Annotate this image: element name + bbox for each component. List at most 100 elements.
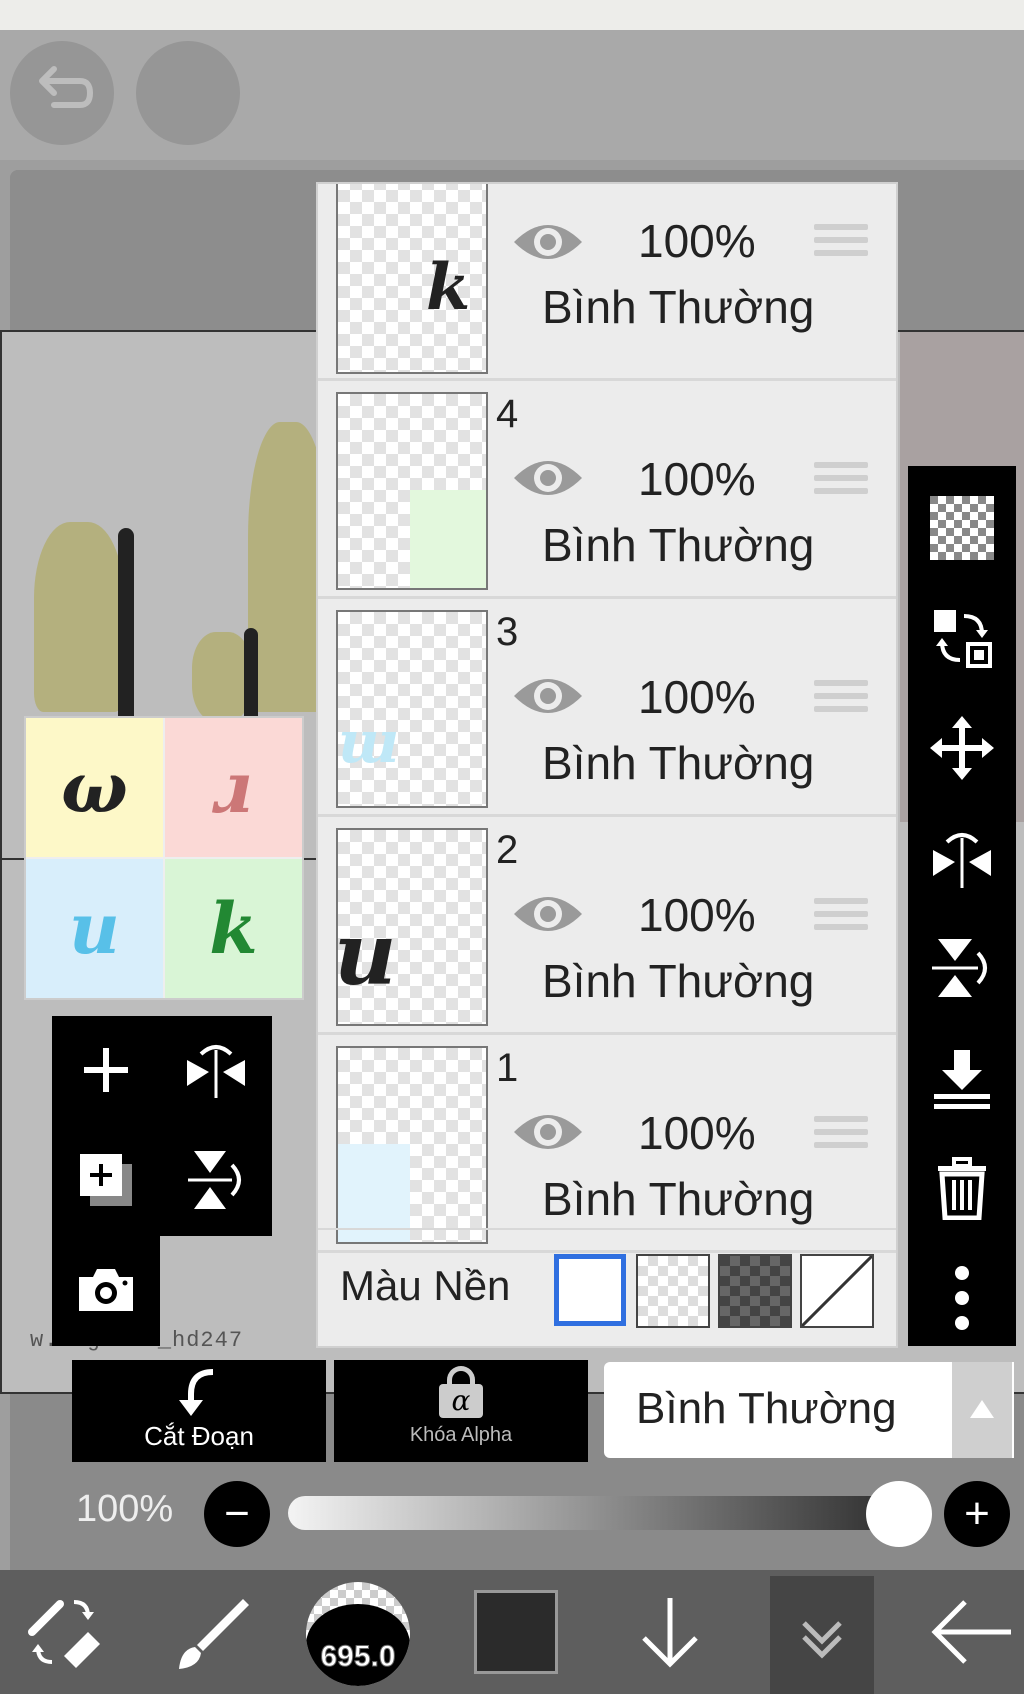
layer-opacity: 100% (638, 889, 756, 941)
background-color-label: Màu Nền (340, 1262, 511, 1309)
layer-row[interactable]: ɯ 3 100% Bình Thường (318, 598, 896, 817)
merge-down-button[interactable] (908, 1028, 1016, 1128)
brush-size-button[interactable]: 695.0 (306, 1582, 410, 1686)
alpha-lock-label: Khóa Alpha (409, 1424, 513, 1446)
more-options-button[interactable] (908, 1248, 1016, 1348)
flip-vertical-layer-button[interactable] (908, 918, 1016, 1018)
layer-number: 2 (496, 828, 519, 872)
layer-blend-mode: Bình Thường (542, 1173, 815, 1225)
background-white-option[interactable] (554, 1254, 626, 1326)
brush-tool-button[interactable] (162, 1582, 262, 1682)
layer-opacity: 100% (638, 1107, 756, 1159)
opacity-slider[interactable] (288, 1496, 918, 1530)
flip-vertical-button[interactable] (166, 1130, 266, 1230)
blend-mode-dropdown-button[interactable] (952, 1362, 1012, 1458)
layer-opacity: 100% (638, 453, 756, 505)
layer-number: 3 (496, 610, 519, 654)
thumbnail-glyph: u (336, 904, 397, 1005)
drag-handle-icon[interactable] (814, 680, 868, 720)
swap-layers-button[interactable] (908, 588, 1016, 688)
background-transparent-light-option[interactable] (636, 1254, 710, 1328)
duplicate-layer-button[interactable] (56, 1130, 156, 1230)
eye-icon (514, 225, 582, 259)
opacity-slider-thumb[interactable] (866, 1481, 932, 1547)
visibility-toggle[interactable] (510, 450, 586, 511)
layer-number: 5 (496, 184, 518, 193)
layer-thumbnail: ɯ (336, 610, 488, 808)
merge-down-icon (934, 1050, 990, 1109)
top-toolbar (0, 30, 1024, 160)
color-swatch-button[interactable] (474, 1590, 558, 1674)
drag-handle-icon[interactable] (814, 898, 868, 938)
layers-panel: k 5 100% Bình Thường 4 100% Bình Thường (316, 182, 898, 1348)
layers-button[interactable] (770, 1576, 874, 1694)
eye-icon (514, 897, 582, 931)
layer-thumbnail (336, 392, 488, 590)
transparency-toggle-button[interactable] (908, 478, 1016, 578)
delete-layer-button[interactable] (908, 1138, 1016, 1238)
tool-switch-button[interactable] (14, 1582, 114, 1682)
visibility-toggle[interactable] (510, 668, 586, 729)
layer-row[interactable]: k 5 100% Bình Thường (318, 184, 896, 381)
camera-icon (79, 1269, 133, 1311)
lock-icon: α (439, 1366, 483, 1420)
alpha-lock-button[interactable]: α Khóa Alpha (334, 1360, 588, 1462)
flip-horizontal-button[interactable] (166, 1020, 266, 1120)
thumbnail-item: ω (26, 718, 163, 857)
drag-handle-icon[interactable] (814, 1116, 868, 1156)
move-icon (930, 716, 994, 780)
opacity-decrease-button[interactable]: − (204, 1481, 270, 1547)
slash-icon (800, 1254, 874, 1328)
reference-thumbnails: ω ɹ u k (24, 716, 304, 1000)
thumbnail-glyph: u (69, 887, 120, 970)
layer-thumbnail: k (336, 184, 488, 374)
add-layer-button[interactable] (56, 1020, 156, 1120)
layer-blend-mode: Bình Thường (542, 281, 815, 333)
drag-handle-icon[interactable] (814, 462, 868, 502)
move-layer-button[interactable] (908, 698, 1016, 798)
flip-horizontal-layer-button[interactable] (908, 808, 1016, 908)
background-transparent-dark-option[interactable] (718, 1254, 792, 1328)
visibility-toggle[interactable] (510, 886, 586, 947)
opacity-increase-button[interactable]: + (944, 1481, 1010, 1547)
camera-button[interactable] (56, 1240, 156, 1340)
brush-size-value: 695.0 (320, 1640, 396, 1674)
layer-row[interactable]: u 2 100% Bình Thường (318, 816, 896, 1035)
layer-actions-panel (52, 1016, 272, 1236)
clipping-button[interactable]: Cắt Đoạn (72, 1360, 326, 1462)
blend-mode-value: Bình Thường (636, 1384, 897, 1433)
redo-button[interactable] (136, 41, 240, 145)
canvas-shape (192, 632, 252, 722)
flip-vertical-icon (932, 939, 987, 997)
thumbnail-fill (410, 490, 486, 588)
layer-row[interactable]: 4 100% Bình Thường (318, 380, 896, 599)
background-none-option[interactable] (800, 1254, 874, 1328)
brush-icon (179, 1599, 249, 1669)
layer-opacity: 100% (638, 671, 756, 723)
back-button[interactable] (920, 1582, 1020, 1682)
layer-row[interactable]: 1 100% Bình Thường (318, 1034, 896, 1253)
arrow-down-icon (642, 1598, 698, 1668)
alpha-symbol: α (439, 1384, 483, 1418)
thumbnail-glyph: k (209, 887, 258, 970)
drag-handle-icon[interactable] (814, 224, 868, 264)
brush-eraser-switch-icon (28, 1600, 100, 1668)
move-down-button[interactable] (620, 1582, 720, 1682)
layer-thumbnail (336, 1046, 488, 1244)
clipping-label: Cắt Đoạn (144, 1421, 254, 1451)
clip-arrow-icon (179, 1369, 214, 1416)
visibility-toggle[interactable] (510, 1104, 586, 1165)
visibility-toggle[interactable] (510, 214, 586, 275)
layer-blend-mode: Bình Thường (542, 519, 815, 571)
status-strip (0, 0, 1024, 30)
undo-button[interactable] (10, 41, 114, 145)
layer-tools-sidebar (908, 466, 1016, 1346)
thumbnail-item: ɹ (165, 718, 302, 857)
plus-icon (84, 1048, 128, 1092)
thumbnail-glyph: ɯ (338, 708, 400, 776)
flip-horizontal-icon (187, 1045, 245, 1098)
layer-blend-mode: Bình Thường (542, 955, 815, 1007)
trash-icon (938, 1157, 986, 1220)
swap-icon (934, 610, 992, 668)
layer-number: 4 (496, 392, 519, 436)
